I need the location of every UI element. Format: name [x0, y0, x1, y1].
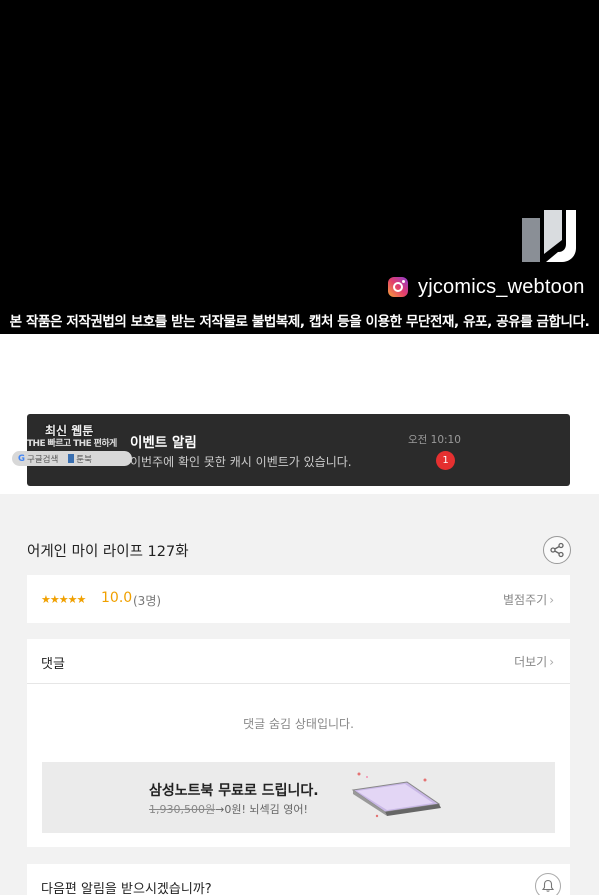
ad-subtitle: 1,930,500원→0원! 뇌섹김 영어! [149, 801, 308, 817]
laptop-image [351, 772, 441, 818]
ad-title: 삼성노트북 무료로 드립니다. [149, 783, 319, 799]
comments-hidden-message: 댓글 숨김 상태입니다. [243, 717, 354, 731]
next-episode-alert-card: 다음편 알림을 받으시겠습니까? [27, 864, 570, 895]
episode-title: 어게인 마이 라이프 127화 [27, 544, 189, 560]
instagram-handle-row: yjcomics_webtoon [388, 273, 585, 301]
more-label: 더보기 [514, 655, 548, 669]
comments-card: 댓글 더보기 › 댓글 숨김 상태입니다. 삼성노트북 무료로 드립니다. 1,9… [27, 639, 570, 847]
rating-card: ★★★★★ 10.0 (3명) 별점주기 › [27, 575, 570, 623]
bell-button[interactable] [535, 873, 561, 895]
ad-price-rest: →0원! 뇌섹김 영어! [215, 803, 308, 816]
ad-original-price: 1,930,500원 [149, 803, 216, 816]
notification-title: 이벤트 알림 [130, 435, 197, 451]
overlay-subtitle: THE 빠르고 THE 편하게 [27, 436, 117, 449]
notification-time: 오전 10:10 [408, 434, 461, 446]
give-rating-label: 별점주기 [503, 593, 548, 607]
give-rating-button[interactable]: 별점주기 › [503, 591, 554, 608]
share-button[interactable] [543, 536, 571, 564]
share-icon [550, 542, 564, 558]
comments-more-button[interactable]: 더보기 › [514, 653, 554, 670]
book-icon [68, 454, 75, 463]
overlay-pill-search: 구글검색 [26, 454, 59, 465]
event-notification[interactable]: 최신 웹툰 THE 빠르고 THE 편하게 G 구글검색 툰북 이벤트 알림 이… [12, 414, 570, 486]
chevron-right-icon: › [549, 593, 554, 607]
copyright-notice: 본 작품은 저작권법의 보호를 받는 저작물로 불법복제, 캡처 등을 이용한 … [9, 314, 590, 330]
rating-count: (3명) [133, 594, 162, 608]
notification-badge: 1 [436, 451, 455, 470]
rating-score: 10.0 [101, 590, 133, 606]
overlay-pill: G 구글검색 툰북 [12, 451, 132, 466]
bell-icon [541, 879, 555, 892]
instagram-handle: yjcomics_webtoon [418, 275, 585, 298]
comments-title: 댓글 [41, 657, 65, 672]
copyright-banner: yjcomics_webtoon 본 작품은 저작권법의 보호를 받는 저작물로… [0, 0, 599, 334]
chevron-right-icon: › [549, 655, 554, 669]
notification-body: 이번주에 확인 못한 캐시 이벤트가 있습니다. [130, 455, 352, 469]
instagram-icon [388, 277, 408, 297]
next-episode-question: 다음편 알림을 받으시겠습니까? [41, 882, 212, 895]
publisher-logo [522, 210, 576, 262]
google-icon: G [18, 453, 25, 464]
overlay-pill-brand: 툰북 [76, 454, 92, 465]
comments-header: 댓글 더보기 › [27, 639, 570, 684]
ad-banner[interactable]: 삼성노트북 무료로 드립니다. 1,930,500원→0원! 뇌섹김 영어! [42, 762, 555, 833]
rating-stars: ★★★★★ [41, 593, 86, 606]
